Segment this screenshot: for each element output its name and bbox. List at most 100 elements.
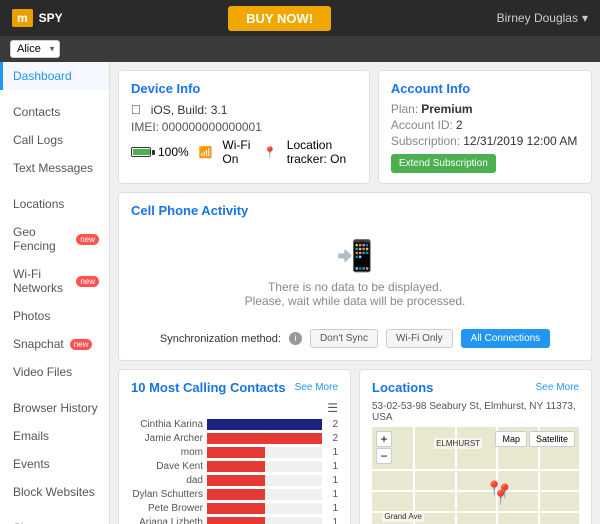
bar-fill [207,461,265,472]
locations-see-more[interactable]: See More [536,382,579,393]
sidebar-label-text-messages: Text Messages [13,161,93,175]
zoom-in-button[interactable]: + [376,431,392,447]
wifi-status: Wi-Fi On [222,138,253,166]
bar-container [207,489,322,500]
sidebar-item-block-websites[interactable]: Block Websites [0,478,109,506]
bar-name: Cinthia Karina [131,419,203,430]
phone-icon: 📲 [131,239,579,274]
bar-fill [207,489,265,500]
locations-header: Locations See More [372,380,579,395]
calling-contacts-title: 10 Most Calling Contacts [131,380,286,395]
bar-chart-row: mom1 [131,447,338,458]
sidebar-item-video-files[interactable]: Video Files [0,358,109,386]
sidebar-label-geo-fencing: Geo Fencing [13,225,70,253]
sync-row: Synchronization method: i Don't Sync Wi-… [131,323,579,350]
logo: m SPY [12,9,63,27]
extend-subscription-button[interactable]: Extend Subscription [391,154,496,173]
bar-chart-row: Dylan Schutters1 [131,489,338,500]
header: m SPY BUY NOW! Birney Douglas ▾ [0,0,600,36]
sidebar-item-contacts[interactable]: Contacts [0,98,109,126]
bar-fill [207,503,265,514]
bar-name: Dylan Schutters [131,489,203,500]
account-id-value: 2 [456,118,463,132]
map-pin-3: 📍 [492,489,509,506]
calling-contacts-header: 10 Most Calling Contacts See More [131,380,338,395]
wifi-icon: 📶 [199,146,213,159]
bottom-row: 10 Most Calling Contacts See More ☰ Cint… [118,369,592,524]
sidebar-item-locations[interactable]: Locations [0,190,109,218]
bar-name: Jamie Archer [131,433,203,444]
sync-dont-sync-button[interactable]: Don't Sync [310,329,378,348]
calling-contacts-see-more[interactable]: See More [295,382,338,393]
bar-name: Dave Kent [131,461,203,472]
user-dropdown-icon[interactable]: ▾ [582,11,588,25]
logo-m-icon: m [12,9,33,27]
bar-value: 1 [326,517,338,524]
sidebar-item-call-logs[interactable]: Call Logs [0,126,109,154]
battery-body [131,147,151,157]
bar-container [207,503,322,514]
location-status: Location tracker: On [287,138,357,166]
wait-message: Please, wait while data will be processe… [131,294,579,308]
map-placeholder: ELMHURST Grand Ave Queens Center 📍 📍 📍 M… [372,427,579,524]
device-select-wrapper[interactable]: Alice [10,40,60,58]
apple-icon:  [131,102,141,117]
sidebar-item-snapchat[interactable]: Snapchat new [0,330,109,358]
sidebar-item-photos[interactable]: Photos [0,302,109,330]
bar-name: Pete Brower [131,503,203,514]
battery-fill [133,149,150,155]
sidebar-item-events[interactable]: Events [0,450,109,478]
battery-bar: 100% [131,145,189,159]
bar-value: 2 [326,433,338,444]
imei-value: 000000000000001 [162,120,262,134]
bar-chart-row: Pete Brower 1 [131,503,338,514]
zoom-out-button[interactable]: − [376,448,392,464]
locations-title: Locations [372,380,433,395]
sidebar-label-browser-history: Browser History [13,401,98,415]
imei-label: IMEI: [131,120,159,134]
locations-card: Locations See More 53-02-53-98 Seabury S… [359,369,592,524]
sidebar-label-emails: Emails [13,429,49,443]
sync-wifi-only-button[interactable]: Wi-Fi Only [386,329,453,348]
sidebar-label-snapchat: Snapchat [13,337,64,351]
account-id-row: Account ID: 2 [391,118,579,132]
geo-fencing-badge: new [76,234,99,245]
sidebar-item-browser-history[interactable]: Browser History [0,394,109,422]
account-id-label: Account ID: [391,118,453,132]
wifi-networks-badge: new [76,276,99,287]
buy-now-button[interactable]: BUY NOW! [228,6,331,31]
sidebar-item-wifi-networks[interactable]: Wi-Fi Networks new [0,260,109,302]
subscription-value: 12/31/2019 12:00 AM [463,134,577,148]
bar-container [207,461,322,472]
bar-chart-row: Cinthia Karina 2 [131,419,338,430]
sidebar-item-dashboard[interactable]: Dashboard [0,62,109,90]
account-info-card: Account Info Plan: Premium Account ID: 2… [378,70,592,184]
sidebar-label-locations: Locations [13,197,64,211]
map-button[interactable]: Map [495,431,527,447]
plan-value: Premium [421,102,472,116]
location-pin-icon: 📍 [263,146,277,159]
sidebar-item-text-messages[interactable]: Text Messages [0,154,109,182]
user-info: Birney Douglas ▾ [497,11,588,25]
satellite-button[interactable]: Satellite [529,431,575,447]
device-select[interactable]: Alice [10,40,60,58]
main-layout: Dashboard Contacts Call Logs Text Messag… [0,62,600,524]
sync-all-connections-button[interactable]: All Connections [461,329,550,348]
sidebar-label-dashboard: Dashboard [13,69,72,83]
sidebar-item-emails[interactable]: Emails [0,422,109,450]
map-label-grand-ave: Grand Ave [382,511,424,522]
bar-value: 2 [326,419,338,430]
hamburger-icon[interactable]: ☰ [131,401,338,415]
sidebar-item-skype[interactable]: Skype [0,514,109,524]
snapchat-badge: new [70,339,93,350]
sidebar-item-geo-fencing[interactable]: Geo Fencing new [0,218,109,260]
plan-label: Plan: [391,102,418,116]
status-row: 100% 📶 Wi-Fi On 📍 Location tracker: On [131,138,357,166]
sync-info-icon[interactable]: i [289,332,302,345]
sub-header: Alice [0,36,600,62]
bar-value: 1 [326,503,338,514]
sidebar-label-call-logs: Call Logs [13,133,63,147]
battery-visual [131,147,155,157]
sidebar-label-block-websites: Block Websites [13,485,95,499]
sidebar-label-wifi-networks: Wi-Fi Networks [13,267,70,295]
